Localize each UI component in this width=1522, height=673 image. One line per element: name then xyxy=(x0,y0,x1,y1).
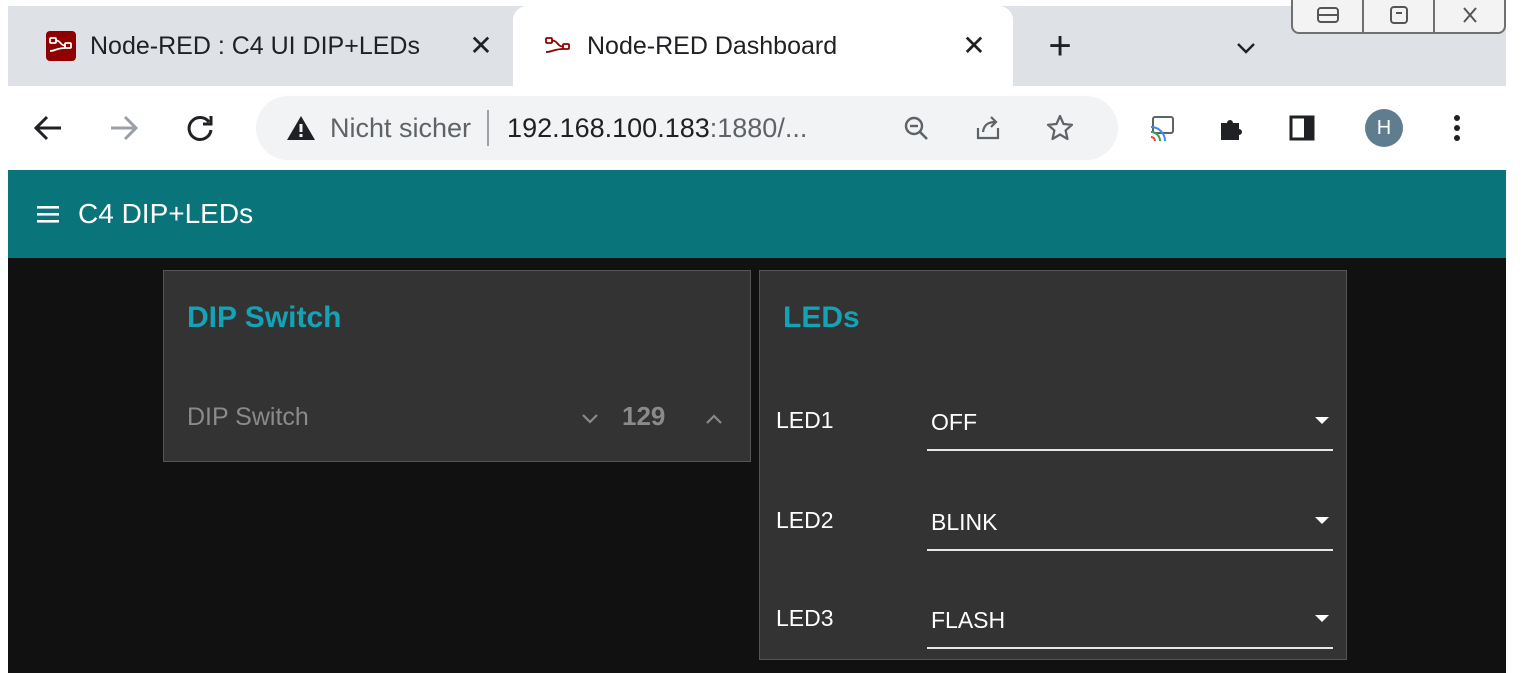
tab-node-red-editor[interactable]: Node-RED : C4 UI DIP+LEDs xyxy=(8,6,508,86)
numeric-value: 129 xyxy=(622,401,666,431)
group-title: DIP Switch xyxy=(187,301,342,334)
side-panel-button[interactable] xyxy=(1278,104,1326,152)
tab-search-button[interactable] xyxy=(1226,28,1266,68)
more-vert-icon xyxy=(1454,115,1460,141)
numeric-label: DIP Switch xyxy=(187,403,309,431)
tab-title: Node-RED Dashboard xyxy=(587,31,838,60)
increment-button[interactable] xyxy=(696,401,732,437)
led3-label: LED3 xyxy=(776,605,834,631)
tab-strip: Node-RED : C4 UI DIP+LEDs ✕ Node-RED Das… xyxy=(8,0,1506,86)
maximize-icon xyxy=(1389,6,1408,24)
dashboard-title: C4 DIP+LEDs xyxy=(78,198,254,229)
new-tab-button[interactable]: + xyxy=(1038,24,1082,68)
led2-dropdown[interactable]: BLINK xyxy=(927,495,1333,551)
hamburger-menu-icon[interactable] xyxy=(32,198,64,230)
url-host[interactable]: 192.168.100.183 xyxy=(507,113,710,144)
minimize-icon xyxy=(1316,7,1339,23)
arrow-left-icon xyxy=(33,115,61,141)
reload-icon xyxy=(187,115,213,141)
browser-toolbar: Nicht sicher 192.168.100.183 :1880/... H xyxy=(8,86,1506,170)
caret-down-icon xyxy=(1315,615,1329,622)
maximize-button[interactable] xyxy=(1364,0,1435,32)
dropdown-value: OFF xyxy=(931,409,977,435)
group-leds: LEDs LED1 OFF LED2 BLINK LED3 FLASH xyxy=(759,270,1347,660)
arrow-right-icon xyxy=(111,115,139,141)
window-right-edge xyxy=(1506,0,1522,673)
decrement-button[interactable] xyxy=(572,401,608,437)
node-red-icon xyxy=(46,31,76,61)
caret-down-icon xyxy=(1315,417,1329,424)
window-controls xyxy=(1291,0,1506,34)
reload-button[interactable] xyxy=(176,104,224,152)
cast-icon xyxy=(1150,116,1174,142)
chevron-down-icon xyxy=(1237,43,1255,54)
address-bar[interactable]: Nicht sicher 192.168.100.183 :1880/... xyxy=(256,96,1118,160)
caret-down-icon xyxy=(1315,517,1329,524)
dropdown-value: BLINK xyxy=(931,509,998,535)
tab-node-red-dashboard[interactable]: Node-RED Dashboard xyxy=(513,6,1013,86)
extensions-button[interactable] xyxy=(1208,104,1256,152)
chevron-down-icon xyxy=(582,414,598,424)
group-dip-switch: DIP Switch DIP Switch 129 xyxy=(163,270,751,462)
bookmark-star-icon[interactable] xyxy=(1040,108,1080,148)
close-icon xyxy=(1462,7,1477,23)
security-label[interactable]: Nicht sicher xyxy=(330,113,471,144)
led1-label: LED1 xyxy=(776,407,834,433)
forward-button[interactable] xyxy=(100,104,148,152)
dropdown-value: FLASH xyxy=(931,607,1006,633)
led1-dropdown[interactable]: OFF xyxy=(927,395,1333,451)
warning-icon[interactable] xyxy=(284,111,318,145)
browser-menu-button[interactable] xyxy=(1433,104,1481,152)
dashboard-content: DIP Switch DIP Switch 129 LEDs LED1 OFF xyxy=(8,258,1506,673)
led2-row: LED2 BLINK xyxy=(760,489,1346,553)
url-path[interactable]: :1880/... xyxy=(710,113,808,144)
window-left-edge xyxy=(0,0,8,673)
share-icon[interactable] xyxy=(968,108,1008,148)
side-panel-icon xyxy=(1289,115,1315,141)
dashboard-toolbar: C4 DIP+LEDs xyxy=(8,170,1506,258)
back-button[interactable] xyxy=(24,104,72,152)
puzzle-icon xyxy=(1221,120,1242,140)
numeric-input-dip-switch: DIP Switch 129 xyxy=(164,389,750,449)
led3-row: LED3 FLASH xyxy=(760,587,1346,651)
node-red-icon xyxy=(543,31,573,61)
chevron-up-icon xyxy=(706,414,722,424)
close-window-button[interactable] xyxy=(1435,0,1504,32)
led2-label: LED2 xyxy=(776,507,834,533)
tab-title: Node-RED : C4 UI DIP+LEDs xyxy=(90,31,420,60)
tab-close-icon[interactable]: ✕ xyxy=(956,28,992,64)
omnibox-divider xyxy=(487,110,490,146)
zoom-icon[interactable] xyxy=(896,108,936,148)
cast-button[interactable] xyxy=(1138,104,1186,152)
profile-avatar[interactable]: H xyxy=(1365,109,1403,147)
group-title: LEDs xyxy=(783,301,860,334)
led1-row: LED1 OFF xyxy=(760,389,1346,453)
led3-dropdown[interactable]: FLASH xyxy=(927,593,1333,649)
minimize-button[interactable] xyxy=(1293,0,1364,32)
tab-close-icon[interactable]: ✕ xyxy=(463,28,499,64)
